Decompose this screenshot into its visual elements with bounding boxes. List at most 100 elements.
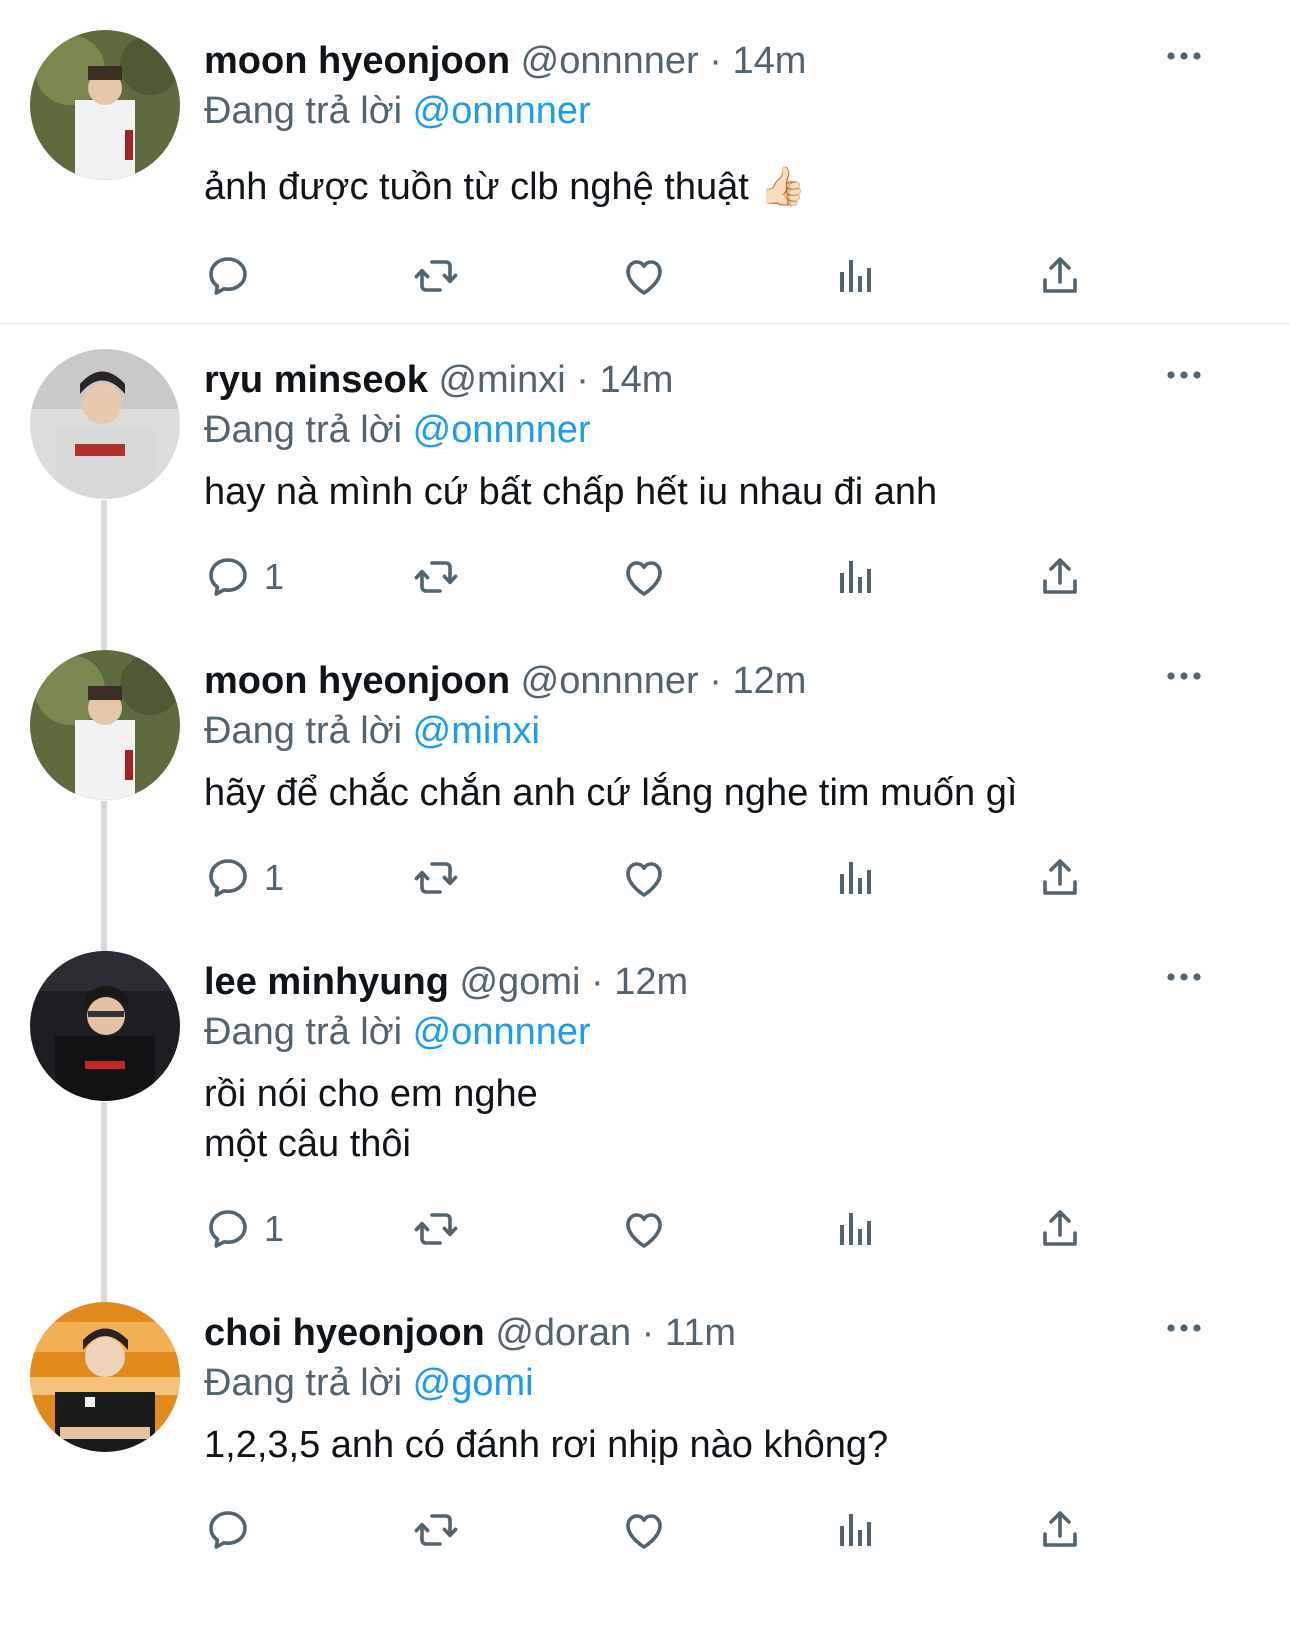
reply-button[interactable]: 1 [204, 848, 284, 908]
like-button[interactable] [620, 1199, 668, 1259]
views-icon [830, 252, 878, 300]
tweet-header: lee minhyung @gomi · 12m [204, 959, 688, 1005]
mention-link[interactable]: @onnnner [413, 1011, 591, 1053]
tweet[interactable]: choi hyeonjoon @doran · 11m Đang trả lời… [0, 1302, 1290, 1602]
reply-count: 1 [264, 1208, 285, 1249]
timestamp[interactable]: 14m [599, 359, 673, 401]
like-button[interactable] [620, 246, 668, 306]
views-button[interactable] [830, 1500, 878, 1560]
replying-to-label: Đang trả lời [204, 409, 403, 451]
more-icon[interactable] [1164, 664, 1204, 688]
like-button[interactable] [620, 848, 668, 908]
tweet-text: một câu thôi [204, 1123, 411, 1165]
views-icon [830, 1205, 878, 1253]
views-button[interactable] [830, 848, 878, 908]
share-button[interactable] [1036, 246, 1084, 306]
replying-to-label: Đang trả lời [204, 710, 403, 752]
display-name[interactable]: lee minhyung [204, 961, 449, 1003]
action-bar: 1 [0, 547, 1290, 607]
tweet[interactable]: lee minhyung @gomi · 12m Đang trả lời @o… [0, 951, 1290, 1271]
display-name[interactable]: moon hyeonjoon [204, 660, 510, 702]
action-bar [0, 246, 1290, 306]
reply-icon [204, 1506, 252, 1554]
tweet[interactable]: moon hyeonjoon @onnnner · 14m Đang trả l… [0, 30, 1290, 310]
reply-button[interactable]: 1 [204, 1199, 284, 1259]
like-button[interactable] [620, 547, 668, 607]
retweet-icon [412, 1506, 460, 1554]
timestamp[interactable]: 12m [614, 961, 688, 1003]
mention-link[interactable]: @onnnner [413, 90, 591, 132]
user-handle[interactable]: @gomi [459, 961, 580, 1003]
retweet-button[interactable] [412, 1199, 460, 1259]
like-icon [620, 1506, 668, 1554]
like-button[interactable] [620, 1500, 668, 1560]
views-button[interactable] [830, 246, 878, 306]
avatar[interactable] [30, 30, 180, 180]
share-button[interactable] [1036, 848, 1084, 908]
display-name[interactable]: ryu minseok [204, 359, 428, 401]
more-icon[interactable] [1164, 44, 1204, 68]
more-icon[interactable] [1164, 1316, 1204, 1340]
tweet-text: 1,2,3,5 anh có đánh rơi nhịp nào không? [204, 1424, 889, 1466]
share-icon [1036, 553, 1084, 601]
tweet-text: hãy để chắc chắn anh cứ lắng nghe tim mu… [204, 772, 1018, 814]
timestamp[interactable]: 11m [665, 1312, 736, 1354]
separator: · [641, 1312, 655, 1354]
replying-to-label: Đang trả lời [204, 90, 403, 132]
separator: · [709, 40, 722, 82]
replying-to: Đang trả lời @gomi [204, 1360, 534, 1406]
share-icon [1036, 252, 1084, 300]
tweet-header: moon hyeonjoon @onnnner · 12m [204, 658, 806, 704]
views-icon [830, 1506, 878, 1554]
reply-icon [204, 553, 252, 601]
divider [0, 322, 1290, 325]
avatar[interactable] [30, 951, 180, 1101]
avatar[interactable] [30, 349, 180, 499]
share-button[interactable] [1036, 1500, 1084, 1560]
tweet[interactable]: ryu minseok @minxi · 14m Đang trả lời @o… [0, 349, 1290, 619]
mention-link[interactable]: @onnnner [413, 409, 591, 451]
display-name[interactable]: choi hyeonjoon [204, 1312, 485, 1354]
more-icon[interactable] [1164, 965, 1204, 989]
replying-to: Đang trả lời @onnnner [204, 1009, 591, 1055]
like-icon [620, 854, 668, 902]
like-icon [620, 1205, 668, 1253]
action-bar: 1 [0, 848, 1290, 908]
mention-link[interactable]: @gomi [413, 1362, 534, 1404]
user-handle[interactable]: @onnnner [521, 40, 699, 82]
replying-to-label: Đang trả lời [204, 1362, 403, 1404]
avatar[interactable] [30, 1302, 180, 1452]
reply-icon [204, 1205, 252, 1253]
user-handle[interactable]: @doran [495, 1312, 631, 1354]
timestamp[interactable]: 12m [732, 660, 806, 702]
mention-link[interactable]: @minxi [413, 710, 540, 752]
views-icon [830, 553, 878, 601]
share-button[interactable] [1036, 547, 1084, 607]
views-button[interactable] [830, 1199, 878, 1259]
user-handle[interactable]: @minxi [438, 359, 565, 401]
retweet-button[interactable] [412, 547, 460, 607]
display-name[interactable]: moon hyeonjoon [204, 40, 510, 82]
timestamp[interactable]: 14m [732, 40, 806, 82]
retweet-icon [412, 1205, 460, 1253]
share-button[interactable] [1036, 1199, 1084, 1259]
tweet[interactable]: moon hyeonjoon @onnnner · 12m Đang trả l… [0, 650, 1290, 920]
share-icon [1036, 1205, 1084, 1253]
reply-button[interactable] [204, 246, 264, 306]
tweet-text: hay nà mình cứ bất chấp hết iu nhau đi a… [204, 471, 938, 513]
retweet-button[interactable] [412, 246, 460, 306]
reply-button[interactable]: 1 [204, 547, 284, 607]
retweet-icon [412, 252, 460, 300]
retweet-icon [412, 854, 460, 902]
retweet-button[interactable] [412, 848, 460, 908]
tweet-header: choi hyeonjoon @doran · 11m [204, 1310, 736, 1356]
retweet-button[interactable] [412, 1500, 460, 1560]
tweet-text: rồi nói cho em nghe [204, 1073, 538, 1115]
views-button[interactable] [830, 547, 878, 607]
more-icon[interactable] [1164, 363, 1204, 387]
avatar[interactable] [30, 650, 180, 800]
reply-button[interactable] [204, 1500, 264, 1560]
tweet-header: ryu minseok @minxi · 14m [204, 357, 673, 403]
user-handle[interactable]: @onnnner [521, 660, 699, 702]
reply-count: 1 [264, 556, 285, 597]
